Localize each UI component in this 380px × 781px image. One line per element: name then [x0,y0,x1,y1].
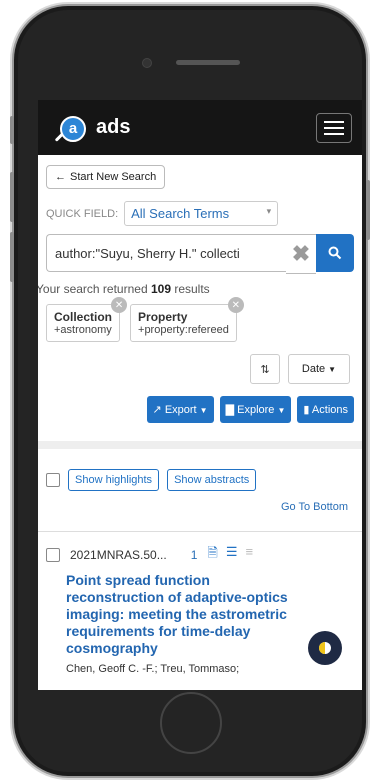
caret-down-icon: ▼ [328,364,337,374]
menu-toggle-button[interactable] [316,112,352,143]
explore-button[interactable]: ▇ Explore ▼ [219,396,292,423]
action-buttons: ↗ Export ▼ ▇ Explore ▼ ▮ Actions [46,396,354,423]
brand[interactable]: a ads [52,110,130,146]
volume-down-button [10,232,14,282]
select-all-checkbox[interactable] [46,473,60,487]
book-icon: ▮ [303,404,310,416]
record-bibcode: 2021MNRAS.50... [70,548,167,562]
export-button[interactable]: ↗ Export ▼ [146,396,214,423]
filter-value: +astronomy [54,324,112,336]
record-icons: 🗎 ☰ ≡ [207,544,253,566]
top-navbar: a ads [38,100,362,155]
database-icon[interactable]: ≡ [246,544,254,566]
sort-field-dropdown[interactable]: Date ▼ [288,354,350,384]
filter-title: Collection [54,310,113,324]
arrow-left-icon: ← [55,171,66,183]
hamburger-line-icon [324,126,344,129]
mute-switch [10,116,14,144]
filter-value: +property:refereed [138,324,229,336]
quick-field-selected: All Search Terms [131,206,230,221]
brand-name: ads [96,116,131,138]
sort-field-label: Date [301,363,326,375]
document-icon[interactable]: 🗎 [207,544,217,566]
caret-down-icon: ▼ [199,406,208,415]
list-controls: Show highlights Show abstracts [46,469,354,491]
remove-filter-icon[interactable]: ✕ [227,297,244,313]
filter-chip-property: Property +property:refereed ✕ [130,297,244,342]
hamburger-line-icon [324,132,344,135]
section-divider [38,441,362,449]
start-new-search-label: Start New Search [70,171,157,183]
record-checkbox[interactable] [46,548,60,562]
select-caret-icon: ▾ [266,206,272,216]
record-meta: 2021MNRAS.50... 1 🗎 ☰ ≡ [46,544,354,566]
remove-filter-icon[interactable]: ✕ [111,297,128,313]
list-icon[interactable]: ☰ [226,544,238,566]
results-count: 109 [150,282,171,296]
front-camera [142,58,152,68]
quick-field-row: QUICK FIELD: All Search Terms ▾ [46,201,354,226]
explore-label: Explore [237,404,275,416]
power-button [366,180,370,240]
filter-title: Property [138,310,188,324]
search-button[interactable] [316,234,354,272]
record-number: 1 [190,548,198,562]
sort-direction-icon[interactable]: ⇅ [250,354,280,384]
home-button[interactable] [160,692,222,754]
actions-button[interactable]: ▮ Actions [297,396,354,423]
volume-up-button [10,172,14,222]
quick-field-label: QUICK FIELD: [46,207,119,220]
list-item: 2021MNRAS.50... 1 🗎 ☰ ≡ Point spread fun… [46,544,354,675]
half-moon-icon [319,642,331,654]
sort-controls: ⇅ Date ▼ [46,354,350,384]
actions-label: Actions [311,404,348,416]
filter-chip-collection: Collection +astronomy ✕ [46,297,128,342]
active-filters: Collection +astronomy ✕ Property +proper… [46,297,354,342]
quick-field-select[interactable]: All Search Terms ▾ [124,201,279,226]
results-prefix: Your search returned [38,282,151,296]
main-content: ← Start New Search QUICK FIELD: All Sear… [38,155,362,685]
bar-chart-icon: ▇ [225,404,235,416]
app-screen: a ads ← Start New Search QUICK FIELD: Al… [38,100,362,690]
search-input[interactable]: author:"Suyu, Sherry H." collecti [46,234,286,272]
clear-search-icon[interactable]: ✖ [286,234,316,274]
start-new-search-button[interactable]: ← Start New Search [46,165,166,189]
list-divider [38,531,362,532]
results-summary: Your search returned 109 results [38,282,354,296]
record-authors: Chen, Geoff C. -F.; Treu, Tommaso; [66,663,240,675]
hamburger-line-icon [324,120,344,123]
show-highlights-button[interactable]: Show highlights [68,469,160,491]
dark-mode-toggle-icon[interactable] [308,631,342,665]
go-to-bottom-link[interactable]: Go To Bottom [46,501,348,513]
search-icon [328,246,342,260]
search-bar: author:"Suyu, Sherry H." collecti ✖ [46,234,354,274]
speaker-grille [176,60,240,65]
export-icon: ↗ [152,404,162,416]
ads-logo-icon: a [52,110,88,146]
record-title-link[interactable]: Point spread function reconstruction of … [66,572,306,657]
results-suffix: results [171,282,210,296]
show-abstracts-button[interactable]: Show abstracts [167,469,257,491]
caret-down-icon: ▼ [277,406,286,415]
export-label: Export [164,404,197,416]
